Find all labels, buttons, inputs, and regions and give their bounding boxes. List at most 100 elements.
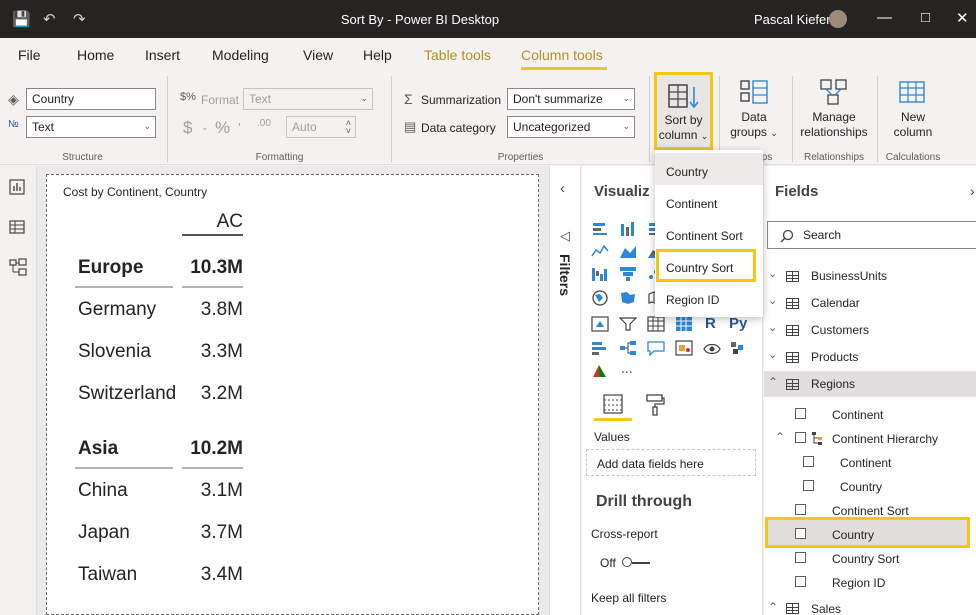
menu-home[interactable]: Home bbox=[77, 47, 114, 63]
cross-report-toggle[interactable] bbox=[621, 557, 651, 569]
new-column-button[interactable]: New column bbox=[884, 78, 942, 150]
minimize-icon[interactable]: — bbox=[877, 9, 892, 26]
comma-icon[interactable]: ’ bbox=[238, 120, 241, 135]
filters-pane[interactable]: ‹ ◁ Filters bbox=[549, 166, 581, 615]
field-checkbox[interactable] bbox=[795, 504, 806, 515]
decimal-places-stepper[interactable]: Auto ˄ ˅ bbox=[286, 116, 356, 138]
field-checkbox[interactable] bbox=[795, 576, 806, 587]
chevron-up-icon[interactable]: ⌃ bbox=[768, 600, 778, 614]
field-table-customers[interactable]: ⌄ Customers bbox=[764, 318, 976, 342]
sort-option-country[interactable]: Country bbox=[655, 153, 763, 185]
chevron-down-icon[interactable]: ⌄ bbox=[768, 267, 777, 280]
menu-table-tools[interactable]: Table tools bbox=[424, 47, 491, 63]
data-type-select[interactable]: Text ⌄ bbox=[26, 116, 156, 138]
field-checkbox[interactable] bbox=[795, 432, 806, 443]
fields-search-input[interactable]: Search bbox=[767, 221, 976, 249]
sort-option-continent[interactable]: Continent bbox=[655, 185, 763, 217]
field-table-products[interactable]: ⌄ Products bbox=[764, 345, 976, 369]
more-visuals-icon[interactable]: ... bbox=[621, 360, 633, 376]
stepper-down-icon[interactable]: ˅ bbox=[346, 126, 351, 136]
matrix-icon[interactable] bbox=[675, 316, 693, 332]
field-checkbox[interactable] bbox=[795, 528, 806, 539]
field-continent-hierarchy[interactable]: Continent Hierarchy bbox=[832, 432, 938, 446]
format-select[interactable]: Text ⌄ bbox=[243, 88, 373, 110]
row-label[interactable]: Slovenia bbox=[78, 341, 151, 363]
field-checkbox[interactable] bbox=[795, 552, 806, 563]
percent-icon[interactable]: % bbox=[215, 118, 230, 138]
python-visual-icon[interactable]: Py bbox=[729, 315, 747, 332]
qa-visual-icon[interactable] bbox=[647, 340, 665, 356]
chevron-down-icon[interactable]: ⌄ bbox=[201, 122, 209, 133]
kpi-icon[interactable] bbox=[591, 316, 609, 332]
model-view-icon[interactable] bbox=[9, 258, 27, 276]
sort-by-column-button[interactable]: Sort by column ⌄ bbox=[654, 72, 713, 150]
row-label[interactable]: Europe bbox=[78, 257, 143, 279]
field-continent-sort[interactable]: Continent Sort bbox=[832, 504, 909, 518]
field-table-regions[interactable]: ⌃ Regions bbox=[764, 371, 976, 397]
avatar[interactable] bbox=[829, 10, 847, 28]
chevron-down-icon[interactable]: ⌄ bbox=[768, 321, 777, 334]
menu-column-tools[interactable]: Column tools bbox=[521, 47, 603, 63]
field-table-sales[interactable]: ⌃ Sales bbox=[764, 598, 976, 615]
manage-relationships-button[interactable]: Manage relationships bbox=[796, 78, 872, 150]
stacked-bar-chart-icon[interactable] bbox=[591, 220, 609, 236]
filled-map-icon[interactable] bbox=[619, 290, 637, 306]
filters-label[interactable]: Filters bbox=[557, 254, 573, 296]
decimal-icon[interactable]: .00 bbox=[257, 118, 271, 129]
row-label[interactable]: Japan bbox=[78, 522, 130, 544]
field-country-sort[interactable]: Country Sort bbox=[832, 552, 899, 566]
summarization-select[interactable]: Don't summarize ⌄ bbox=[507, 88, 635, 110]
menu-view[interactable]: View bbox=[303, 47, 333, 63]
area-chart-icon[interactable] bbox=[619, 243, 637, 259]
user-name[interactable]: Pascal Kiefer bbox=[754, 12, 831, 27]
stacked-column-chart-icon[interactable] bbox=[619, 220, 637, 236]
chevron-left-icon[interactable]: ‹ bbox=[560, 180, 565, 197]
chevron-up-icon[interactable]: ⌃ bbox=[768, 375, 778, 389]
field-country-selected[interactable]: Country bbox=[765, 517, 970, 548]
data-view-icon[interactable] bbox=[9, 219, 25, 235]
fields-tab-icon[interactable] bbox=[603, 394, 623, 414]
column-header-ac[interactable]: AC bbox=[182, 211, 243, 233]
menu-file[interactable]: File bbox=[18, 47, 41, 63]
maximize-icon[interactable]: □ bbox=[921, 9, 930, 26]
slicer-icon[interactable] bbox=[619, 316, 637, 332]
key-influencers-icon[interactable] bbox=[591, 340, 609, 356]
report-view-icon[interactable] bbox=[9, 179, 25, 195]
row-label[interactable]: Switzerland bbox=[78, 383, 176, 405]
decomposition-tree-icon[interactable] bbox=[619, 340, 637, 356]
funnel-chart-icon[interactable] bbox=[619, 266, 637, 282]
menu-modeling[interactable]: Modeling bbox=[212, 47, 269, 63]
row-label[interactable]: China bbox=[78, 480, 128, 502]
close-icon[interactable]: ✕ bbox=[956, 9, 969, 27]
field-checkbox[interactable] bbox=[803, 480, 814, 491]
chevron-down-icon[interactable]: ⌄ bbox=[768, 294, 777, 307]
format-paint-roller-icon[interactable] bbox=[645, 394, 665, 416]
collapse-fields-chevron-icon[interactable]: › bbox=[970, 183, 975, 199]
field-table-calendar[interactable]: ⌄ Calendar bbox=[764, 291, 976, 315]
power-apps-icon[interactable] bbox=[729, 340, 747, 356]
waterfall-chart-icon[interactable] bbox=[591, 266, 609, 282]
row-label[interactable]: Germany bbox=[78, 299, 156, 321]
row-label[interactable]: Taiwan bbox=[78, 564, 137, 586]
map-icon[interactable] bbox=[591, 290, 609, 306]
arcgis-icon[interactable] bbox=[591, 363, 609, 379]
r-script-visual-icon[interactable]: R bbox=[705, 315, 716, 332]
line-chart-icon[interactable] bbox=[591, 243, 609, 259]
field-checkbox[interactable] bbox=[795, 408, 806, 419]
row-label[interactable]: Asia bbox=[78, 438, 118, 460]
chevron-up-icon[interactable]: ⌃ bbox=[775, 430, 785, 444]
field-region-id[interactable]: Region ID bbox=[832, 576, 885, 590]
sort-option-continent-sort[interactable]: Continent Sort bbox=[655, 217, 763, 249]
field-hierarchy-country[interactable]: Country bbox=[840, 480, 882, 494]
data-category-select[interactable]: Uncategorized ⌄ bbox=[507, 116, 635, 138]
add-data-fields-dropzone[interactable]: Add data fields here bbox=[586, 449, 756, 476]
table-icon[interactable] bbox=[647, 316, 665, 332]
chevron-down-icon[interactable]: ⌄ bbox=[768, 348, 777, 361]
field-table-businessunits[interactable]: ⌄ BusinessUnits bbox=[764, 264, 976, 288]
paginated-report-icon[interactable] bbox=[703, 340, 721, 356]
field-checkbox[interactable] bbox=[803, 456, 814, 467]
sort-option-region-id[interactable]: Region ID bbox=[655, 281, 763, 313]
menu-insert[interactable]: Insert bbox=[145, 47, 180, 63]
field-hierarchy-continent[interactable]: Continent bbox=[840, 456, 891, 470]
currency-icon[interactable]: $ bbox=[183, 118, 192, 138]
